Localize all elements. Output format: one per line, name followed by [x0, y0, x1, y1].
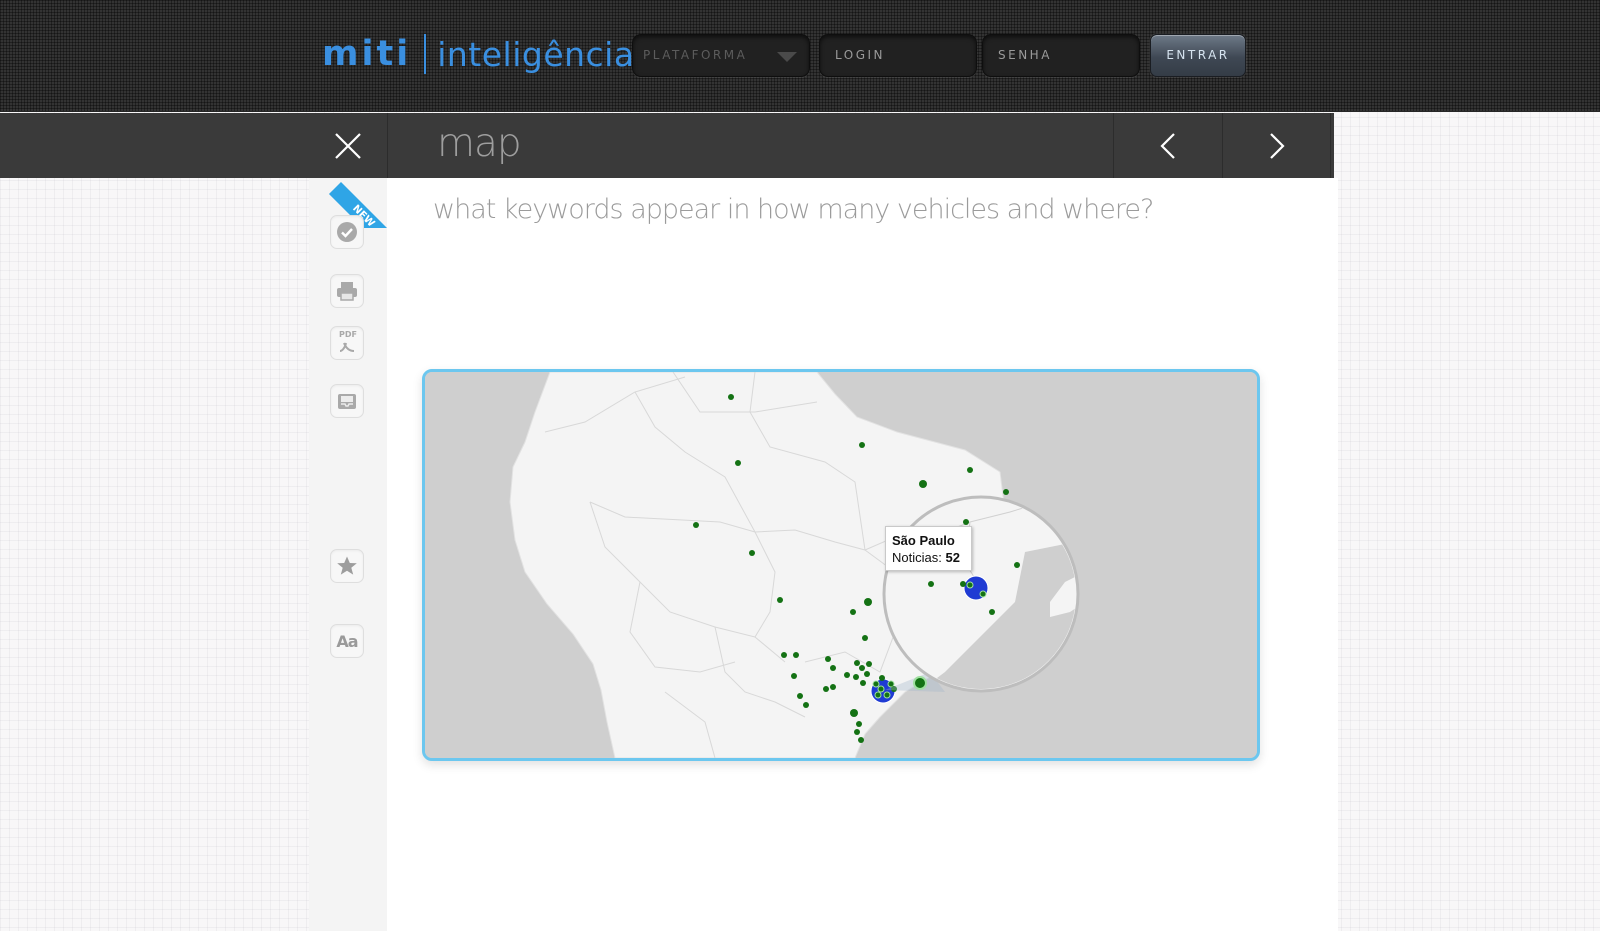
check-button[interactable]: [330, 215, 364, 249]
map-widget[interactable]: [422, 369, 1260, 761]
previous-button[interactable]: [1113, 113, 1222, 178]
logo-text-light: inteligência: [437, 34, 635, 74]
titlebar-left-fill: [0, 113, 309, 178]
login-button[interactable]: ENTRAR: [1150, 34, 1246, 77]
close-button[interactable]: [309, 113, 388, 178]
logo-divider: [424, 34, 427, 74]
login-input[interactable]: LOGIN: [819, 34, 977, 77]
print-button[interactable]: [330, 274, 364, 308]
font-size-icon: Aa: [336, 631, 358, 651]
chevron-left-icon: [1160, 132, 1175, 159]
logo-text-bold: miti: [322, 34, 412, 74]
map-canvas[interactable]: [425, 372, 1257, 758]
tooltip-city: São Paulo: [892, 533, 955, 548]
inbox-icon: [338, 394, 356, 409]
login-placeholder: LOGIN: [835, 48, 886, 62]
magnifier-origin: [913, 676, 927, 690]
close-icon: [335, 132, 361, 159]
pdf-button[interactable]: PDF: [330, 326, 364, 360]
archive-button[interactable]: [330, 384, 364, 418]
platform-select-label: PLATAFORMA: [643, 48, 748, 62]
printer-icon: [337, 282, 357, 301]
title-bar: map: [309, 113, 1334, 178]
page-title: map: [437, 121, 522, 166]
pdf-label: PDF: [339, 330, 357, 339]
chevron-right-icon: [1269, 132, 1285, 159]
star-icon: [337, 556, 357, 575]
favorite-button[interactable]: [330, 549, 364, 583]
password-placeholder: SENHA: [998, 48, 1052, 62]
next-button[interactable]: [1222, 113, 1331, 178]
map-tooltip: São Paulo Noticias: 52: [885, 526, 972, 571]
tooltip-label: Noticias:: [892, 550, 942, 565]
platform-select[interactable]: PLATAFORMA: [632, 34, 810, 77]
tooltip-value: 52: [945, 550, 960, 565]
logo[interactable]: miti inteligência: [322, 32, 635, 76]
top-bar: miti inteligência PLATAFORMA LOGIN SENHA…: [0, 0, 1600, 112]
dropdown-arrow-icon: [777, 52, 797, 62]
check-circle-icon: [337, 222, 357, 242]
font-size-button[interactable]: Aa: [330, 624, 364, 658]
login-button-label: ENTRAR: [1166, 48, 1230, 62]
question-heading: what keywords appear in how many vehicle…: [433, 194, 1154, 225]
password-input[interactable]: SENHA: [982, 34, 1140, 77]
